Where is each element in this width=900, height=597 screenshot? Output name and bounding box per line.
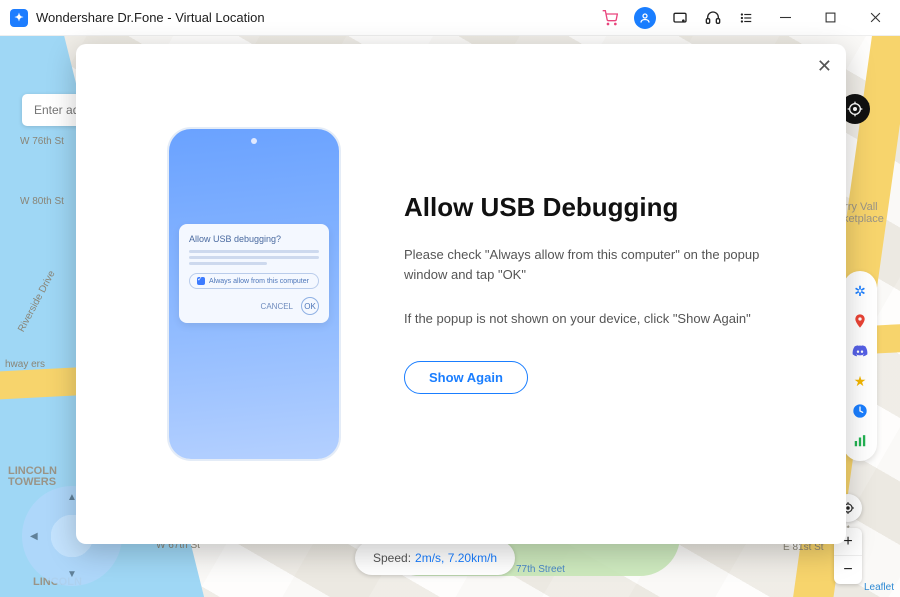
menu-icon[interactable] bbox=[737, 9, 755, 27]
support-icon[interactable] bbox=[704, 9, 722, 27]
phone-illustration: Allow USB debugging? Always allow from t… bbox=[169, 129, 339, 459]
phone-always-label: Always allow from this computer bbox=[209, 278, 309, 285]
usb-debug-modal: ✕ Allow USB debugging? Always allow from… bbox=[76, 44, 846, 544]
cart-icon[interactable] bbox=[601, 9, 619, 27]
app-logo: ✦ bbox=[10, 9, 28, 27]
phone-popup: Allow USB debugging? Always allow from t… bbox=[179, 224, 329, 323]
app-title: Wondershare Dr.Fone - Virtual Location bbox=[36, 10, 265, 25]
modal-illustration: Allow USB debugging? Always allow from t… bbox=[114, 74, 394, 514]
checkbox-icon bbox=[197, 277, 205, 285]
phone-popup-title: Allow USB debugging? bbox=[189, 234, 319, 244]
screen-icon[interactable] bbox=[671, 9, 689, 27]
modal-overlay: ✕ Allow USB debugging? Always allow from… bbox=[0, 36, 900, 597]
titlebar: ✦ Wondershare Dr.Fone - Virtual Location bbox=[0, 0, 900, 36]
show-again-button[interactable]: Show Again bbox=[404, 361, 528, 394]
modal-text-1: Please check "Always allow from this com… bbox=[404, 245, 774, 285]
phone-cancel-label: CANCEL bbox=[261, 302, 293, 311]
close-icon[interactable]: ✕ bbox=[817, 56, 832, 77]
phone-ok-label: OK bbox=[301, 297, 319, 315]
titlebar-icons bbox=[601, 6, 890, 30]
modal-content: Allow USB Debugging Please check "Always… bbox=[394, 74, 808, 514]
window-close-icon[interactable] bbox=[860, 6, 890, 30]
modal-title: Allow USB Debugging bbox=[404, 192, 808, 223]
user-icon[interactable] bbox=[634, 7, 656, 29]
phone-always-allow: Always allow from this computer bbox=[189, 273, 319, 289]
modal-text-2: If the popup is not shown on your device… bbox=[404, 309, 774, 329]
window-max-icon[interactable] bbox=[815, 6, 845, 30]
window-min-icon[interactable] bbox=[770, 6, 800, 30]
